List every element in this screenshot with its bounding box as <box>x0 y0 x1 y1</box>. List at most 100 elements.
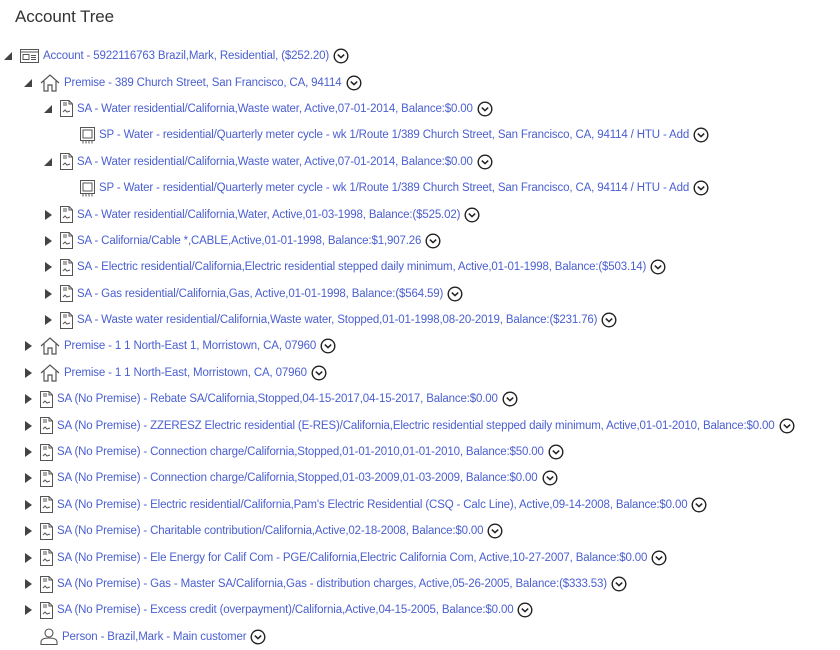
tree-node: SA (No Premise) - Charitable contributio… <box>0 518 840 544</box>
context-menu-chevron-icon[interactable] <box>542 470 558 486</box>
context-menu-chevron-icon[interactable] <box>517 602 533 618</box>
expand-toggle-icon[interactable] <box>22 393 34 405</box>
expand-toggle-icon[interactable] <box>22 446 34 458</box>
tree-node-link[interactable]: SA (No Premise) - Charitable contributio… <box>57 525 484 537</box>
context-menu-chevron-icon[interactable] <box>601 312 617 328</box>
expand-toggle-icon[interactable] <box>42 288 54 300</box>
context-menu-chevron-icon[interactable] <box>425 233 441 249</box>
tree-node-link[interactable]: Premise - 1 1 North-East 1, Morristown, … <box>64 340 316 352</box>
document-icon <box>60 100 73 118</box>
context-menu-chevron-icon[interactable] <box>487 523 503 539</box>
tree-node-link[interactable]: SA - Waste water residential/California,… <box>77 314 597 326</box>
document-icon <box>60 232 73 250</box>
expand-toggle-icon[interactable] <box>22 578 34 590</box>
tree-node-link[interactable]: SA - Electric residential/California,Ele… <box>77 261 646 273</box>
tree-node: SA - Water residential/California,Water,… <box>0 201 840 227</box>
expand-toggle-icon[interactable] <box>42 314 54 326</box>
context-menu-chevron-icon[interactable] <box>447 286 463 302</box>
context-menu-chevron-icon[interactable] <box>250 629 266 645</box>
tree-node-link[interactable]: SA - Water residential/California,Water,… <box>77 209 460 221</box>
document-icon <box>40 496 53 514</box>
tree-node-link[interactable]: Person - Brazil,Mark - Main customer <box>62 631 247 643</box>
document-icon <box>40 522 53 540</box>
context-menu-chevron-icon[interactable] <box>346 75 362 91</box>
context-menu-chevron-icon[interactable] <box>693 180 709 196</box>
tree-node: SA (No Premise) - Connection charge/Cali… <box>0 439 840 465</box>
account-card-icon <box>20 49 39 64</box>
context-menu-chevron-icon[interactable] <box>320 338 336 354</box>
meter-icon <box>80 126 95 144</box>
document-icon <box>60 285 73 303</box>
tree-node-link[interactable]: SA - Water residential/California,Waste … <box>77 103 473 115</box>
tree-node-link[interactable]: SA (No Premise) - ZZERESZ Electric resid… <box>57 420 775 432</box>
tree-node: SA (No Premise) - Rebate SA/California,S… <box>0 386 840 412</box>
context-menu-chevron-icon[interactable] <box>693 127 709 143</box>
tree-node: SA (No Premise) - Connection charge/Cali… <box>0 465 840 491</box>
tree-node-link[interactable]: SA (No Premise) - Ele Energy for Calif C… <box>57 552 647 564</box>
tree-node: SA - California/Cable *,CABLE,Active,01-… <box>0 228 840 254</box>
tree-node: SA - Gas residential/California,Gas, Act… <box>0 281 840 307</box>
collapse-toggle-icon[interactable] <box>42 156 54 168</box>
document-icon <box>40 469 53 487</box>
context-menu-chevron-icon[interactable] <box>651 550 667 566</box>
document-icon <box>60 206 73 224</box>
tree-node-link[interactable]: SA (No Premise) - Excess credit (overpay… <box>57 604 514 616</box>
tree-node: Premise - 1 1 North-East 1, Morristown, … <box>0 333 840 359</box>
tree-node-link[interactable]: SA (No Premise) - Rebate SA/California,S… <box>57 393 498 405</box>
document-icon <box>40 417 53 435</box>
tree-node: Account - 5922116763 Brazil,Mark, Reside… <box>0 43 840 69</box>
expand-toggle-icon[interactable] <box>22 472 34 484</box>
expand-toggle-icon[interactable] <box>22 367 34 379</box>
collapse-toggle-icon[interactable] <box>22 77 34 89</box>
tree-node: Premise - 389 Church Street, San Francis… <box>0 69 840 95</box>
tree-node-link[interactable]: SP - Water - residential/Quarterly meter… <box>99 129 689 141</box>
tree-node: SA - Waste water residential/California,… <box>0 307 840 333</box>
tree-node-link[interactable]: SA (No Premise) - Connection charge/Cali… <box>57 472 538 484</box>
context-menu-chevron-icon[interactable] <box>477 101 493 117</box>
tree-node: SA - Water residential/California,Waste … <box>0 149 840 175</box>
context-menu-chevron-icon[interactable] <box>691 497 707 513</box>
tree-node-link[interactable]: SA - Gas residential/California,Gas, Act… <box>77 288 443 300</box>
tree-node-link[interactable]: SA (No Premise) - Electric residential/C… <box>57 499 688 511</box>
context-menu-chevron-icon[interactable] <box>311 365 327 381</box>
expand-toggle-icon[interactable] <box>22 499 34 511</box>
expand-toggle-icon[interactable] <box>22 420 34 432</box>
tree-node: Person - Brazil,Mark - Main customer <box>0 624 840 650</box>
house-icon <box>40 337 60 356</box>
context-menu-chevron-icon[interactable] <box>464 207 480 223</box>
tree-node: SA (No Premise) - Gas - Master SA/Califo… <box>0 571 840 597</box>
expand-toggle-icon[interactable] <box>22 525 34 537</box>
tree-node-link[interactable]: SA - California/Cable *,CABLE,Active,01-… <box>77 235 421 247</box>
collapse-toggle-icon[interactable] <box>42 103 54 115</box>
context-menu-chevron-icon[interactable] <box>333 48 349 64</box>
person-icon <box>40 628 58 646</box>
context-menu-chevron-icon[interactable] <box>779 418 795 434</box>
tree-node: SA (No Premise) - Electric residential/C… <box>0 492 840 518</box>
tree-node-link[interactable]: Premise - 389 Church Street, San Francis… <box>64 77 342 89</box>
meter-icon <box>80 179 95 197</box>
document-icon <box>40 549 53 567</box>
tree-node-link[interactable]: Premise - 1 1 North-East, Morristown, CA… <box>64 367 307 379</box>
collapse-toggle-icon[interactable] <box>2 50 14 62</box>
tree-node: SA - Water residential/California,Waste … <box>0 96 840 122</box>
context-menu-chevron-icon[interactable] <box>611 576 627 592</box>
context-menu-chevron-icon[interactable] <box>502 391 518 407</box>
context-menu-chevron-icon[interactable] <box>477 154 493 170</box>
context-menu-chevron-icon[interactable] <box>548 444 564 460</box>
expand-toggle-icon[interactable] <box>22 340 34 352</box>
tree-node-link[interactable]: SP - Water - residential/Quarterly meter… <box>99 182 689 194</box>
house-icon <box>40 364 60 382</box>
tree-node-link[interactable]: SA - Water residential/California,Waste … <box>77 156 473 168</box>
expand-toggle-icon[interactable] <box>42 261 54 273</box>
document-icon <box>60 258 73 276</box>
expand-toggle-icon[interactable] <box>42 235 54 247</box>
tree-node-link[interactable]: Account - 5922116763 Brazil,Mark, Reside… <box>43 50 329 62</box>
house-icon <box>40 73 60 92</box>
tree-node-link[interactable]: SA (No Premise) - Gas - Master SA/Califo… <box>57 578 607 590</box>
expand-toggle-icon[interactable] <box>42 209 54 221</box>
tree-node: SA (No Premise) - Ele Energy for Calif C… <box>0 544 840 570</box>
tree-node-link[interactable]: SA (No Premise) - Connection charge/Cali… <box>57 446 544 458</box>
context-menu-chevron-icon[interactable] <box>650 259 666 275</box>
expand-toggle-icon[interactable] <box>22 604 34 616</box>
expand-toggle-icon[interactable] <box>22 552 34 564</box>
